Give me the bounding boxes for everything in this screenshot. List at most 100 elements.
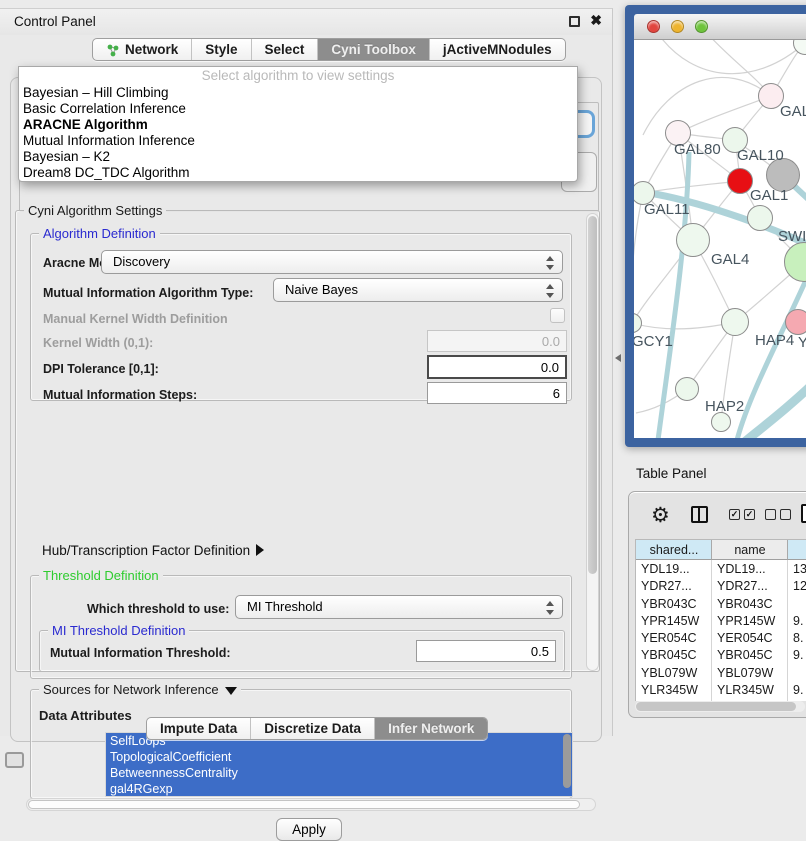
- table-row[interactable]: YBR045CYBR045C9.: [636, 646, 806, 663]
- table-row[interactable]: YLR345WYLR345W9.: [636, 681, 806, 698]
- mi-type-combobox[interactable]: Naive Bayes: [273, 278, 563, 302]
- zoom-window-icon[interactable]: [695, 20, 708, 33]
- network-view-window[interactable]: GALGAL80GAL10GAL1GAL11SWI4GAL4GCY1HAP4YH…: [625, 5, 806, 447]
- table-cell[interactable]: YLR345W: [712, 681, 788, 698]
- table-cell[interactable]: YBL079W: [712, 664, 788, 681]
- table-cell[interactable]: YER054C: [712, 629, 788, 646]
- dropdown-item[interactable]: Dream8 DC_TDC Algorithm: [19, 165, 577, 181]
- table-cell[interactable]: YER054C: [636, 629, 712, 646]
- table-cell[interactable]: YBR045C: [712, 646, 788, 663]
- node-hap2[interactable]: [675, 377, 699, 401]
- deselect-all-checkboxes-icon[interactable]: [765, 509, 791, 520]
- sources-title[interactable]: Sources for Network Inference: [39, 682, 241, 697]
- which-threshold-combobox[interactable]: MI Threshold: [235, 595, 563, 619]
- close-icon[interactable]: ✖: [590, 12, 602, 29]
- data-attributes-list[interactable]: SelfLoopsTopologicalCoefficientBetweenne…: [105, 732, 573, 797]
- settings-horizontal-scrollbar[interactable]: [26, 798, 596, 811]
- column-header-shared[interactable]: shared...: [636, 540, 712, 560]
- table-cell[interactable]: YBL079W: [636, 664, 712, 681]
- tab-discretize-data[interactable]: Discretize Data: [250, 718, 374, 739]
- data-attribute-item[interactable]: gal4RGexp: [106, 781, 572, 797]
- table-row[interactable]: YPR145WYPR145W9.: [636, 612, 806, 629]
- apply-button[interactable]: Apply: [276, 818, 342, 841]
- dropdown-item[interactable]: Basic Correlation Inference: [19, 101, 577, 117]
- dropdown-item[interactable]: Bayesian – Hill Climbing: [19, 85, 577, 101]
- table-cell[interactable]: YBR043C: [712, 595, 788, 612]
- node-partial-bottom[interactable]: [711, 412, 731, 432]
- node-gal4[interactable]: [676, 223, 710, 257]
- dpi-tolerance-label: DPI Tolerance [0,1]:: [43, 362, 159, 376]
- select-all-checkboxes-icon[interactable]: ✓✓: [729, 509, 755, 520]
- network-tab-icon: [106, 43, 120, 57]
- table-horizontal-scrollbar-thumb[interactable]: [636, 702, 796, 711]
- table-row[interactable]: YDL19...YDL19...13: [636, 560, 806, 577]
- kernel-width-field[interactable]: 0.0: [427, 330, 567, 352]
- dropdown-item[interactable]: Bayesian – K2: [19, 149, 577, 165]
- tab-network[interactable]: Network: [93, 39, 191, 60]
- dropdown-item[interactable]: Mutual Information Inference: [19, 133, 577, 149]
- table-row[interactable]: YER054CYER054C8.: [636, 629, 806, 646]
- network-window-titlebar[interactable]: [634, 14, 806, 40]
- manual-kernel-checkbox[interactable]: [550, 308, 565, 323]
- table-row[interactable]: YBL079WYBL079W: [636, 664, 806, 681]
- table-row[interactable]: YDR27...YDR27...12: [636, 577, 806, 594]
- settings-vertical-scrollbar-thumb[interactable]: [588, 216, 597, 574]
- table-cell[interactable]: 9.: [788, 646, 806, 663]
- aracne-mode-combobox[interactable]: Discovery: [101, 250, 563, 274]
- settings-horizontal-scrollbar-thumb[interactable]: [28, 800, 580, 809]
- dpi-tolerance-field[interactable]: 0.0: [427, 355, 567, 379]
- table-cell[interactable]: YDL19...: [636, 560, 712, 577]
- dropdown-item[interactable]: ARACNE Algorithm: [19, 117, 577, 133]
- table-cell[interactable]: 9.: [788, 681, 806, 698]
- list-scrollbar-thumb[interactable]: [563, 734, 571, 788]
- combo-arrows-icon: [545, 255, 554, 271]
- sources-group: Sources for Network Inference Data Attri…: [30, 689, 572, 799]
- data-attribute-item[interactable]: BetweennessCentrality: [106, 765, 572, 781]
- hub-definition-toggle[interactable]: Hub/Transcription Factor Definition: [42, 543, 264, 558]
- cyni-settings-title: Cyni Algorithm Settings: [24, 203, 166, 218]
- table-cell[interactable]: YBR043C: [636, 595, 712, 612]
- panel-divider-handle[interactable]: [615, 354, 621, 362]
- column-header-a[interactable]: A: [788, 540, 806, 560]
- tab-jactivemnodules[interactable]: jActiveMNodules: [429, 39, 565, 60]
- table-cell[interactable]: [788, 595, 806, 612]
- combo-arrows-icon: [545, 600, 554, 616]
- tab-impute-data[interactable]: Impute Data: [147, 718, 250, 739]
- table-cell[interactable]: YPR145W: [636, 612, 712, 629]
- node-swi4[interactable]: [747, 205, 773, 231]
- table-row[interactable]: YBR043CYBR043C: [636, 595, 806, 612]
- close-window-icon[interactable]: [647, 20, 660, 33]
- mi-steps-field[interactable]: 6: [427, 382, 567, 404]
- table-cell[interactable]: YLR345W: [636, 681, 712, 698]
- table-cell[interactable]: [788, 664, 806, 681]
- network-canvas[interactable]: GALGAL80GAL10GAL1GAL11SWI4GAL4GCY1HAP4YH…: [634, 40, 806, 438]
- data-attribute-item[interactable]: TopologicalCoefficient: [106, 749, 572, 765]
- table-cell[interactable]: 13: [788, 560, 806, 577]
- table-cell[interactable]: YDL19...: [712, 560, 788, 577]
- table-horizontal-scrollbar[interactable]: [635, 701, 805, 712]
- mi-threshold-field[interactable]: 0.5: [416, 640, 556, 662]
- new-table-icon[interactable]: [801, 504, 806, 523]
- statusbar-icon[interactable]: [5, 752, 24, 768]
- tab-infer-network[interactable]: Infer Network: [374, 718, 487, 739]
- split-columns-icon[interactable]: [691, 506, 708, 523]
- which-threshold-label: Which threshold to use:: [87, 602, 229, 616]
- aracne-mode-value: Discovery: [113, 254, 170, 269]
- column-header-name[interactable]: name: [712, 540, 788, 560]
- table-options-gear-icon[interactable]: ⚙: [651, 503, 670, 528]
- table-cell[interactable]: 12: [788, 577, 806, 594]
- table-cell[interactable]: YPR145W: [712, 612, 788, 629]
- table-cell[interactable]: 8.: [788, 629, 806, 646]
- table-cell[interactable]: YDR27...: [636, 577, 712, 594]
- tab-select[interactable]: Select: [251, 39, 318, 60]
- float-window-icon[interactable]: [569, 16, 580, 27]
- minimize-window-icon[interactable]: [671, 20, 684, 33]
- table-cell[interactable]: 9.: [788, 612, 806, 629]
- table-cell[interactable]: YDR27...: [712, 577, 788, 594]
- table-cell[interactable]: YBR045C: [636, 646, 712, 663]
- mi-steps-label: Mutual Information Steps:: [43, 388, 197, 402]
- settings-vertical-scrollbar[interactable]: [586, 213, 599, 671]
- node-hap4[interactable]: [721, 308, 749, 336]
- tab-cyni-toolbox[interactable]: Cyni Toolbox: [317, 39, 429, 60]
- tab-style[interactable]: Style: [191, 39, 250, 60]
